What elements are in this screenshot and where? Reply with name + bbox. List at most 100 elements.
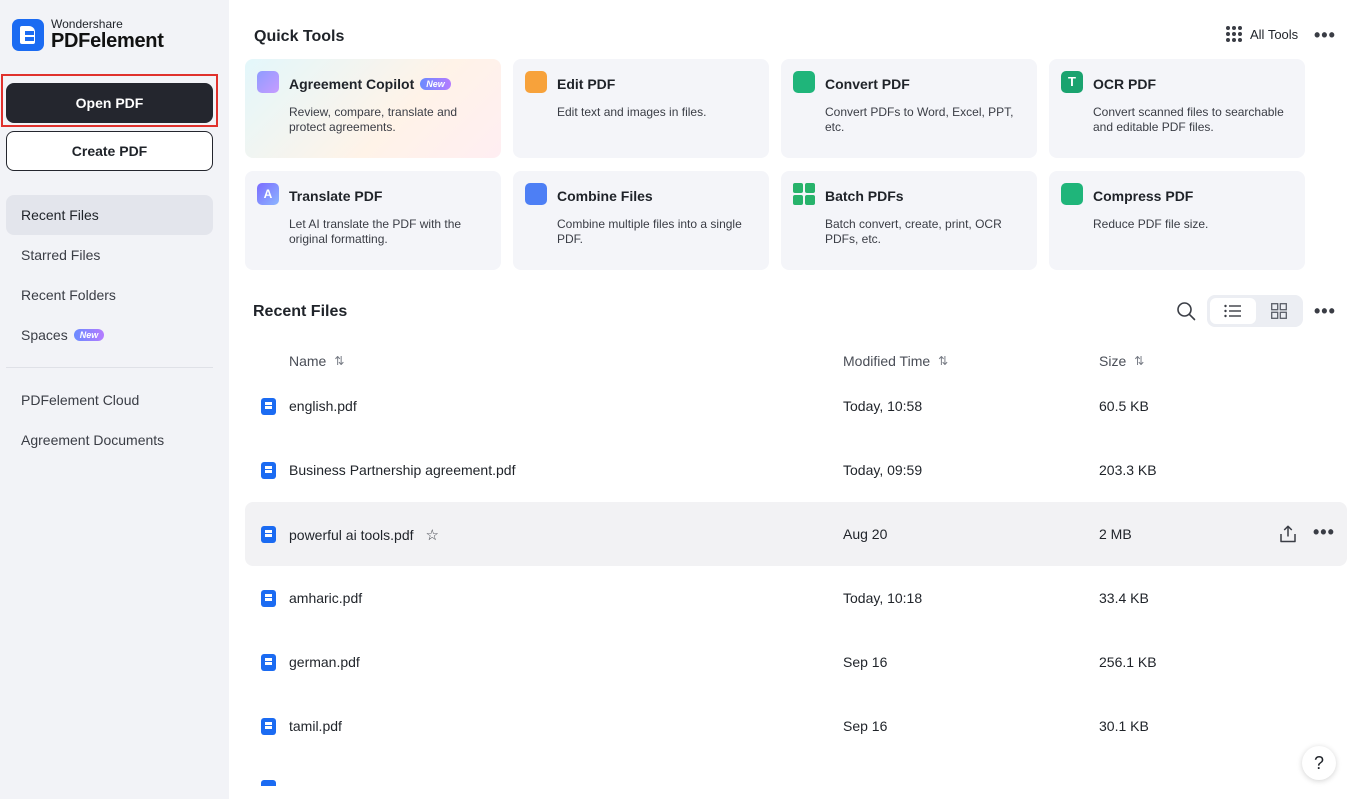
column-label: Name [289,353,327,369]
tool-name: Compress PDF [1093,188,1194,204]
grid-view-icon [1270,303,1287,319]
pdf-file-icon [261,526,276,543]
compress-pdf-icon [1061,183,1083,205]
new-badge: New [73,329,105,341]
tool-edit-pdf[interactable]: Edit PDF Edit text and images in files. [513,59,769,158]
convert-pdf-icon [793,71,815,93]
sidebar-item-starred-files[interactable]: Starred Files [6,235,213,275]
table-row[interactable]: amharic.pdf Today, 10:18 33.4 KB [245,566,1347,630]
view-toggle [1207,295,1303,327]
pdf-file-icon [261,462,276,479]
new-badge: New [420,78,451,90]
file-name: tamil.pdf [289,718,342,734]
sidebar-item-label: Recent Files [21,207,99,223]
list-view-button[interactable] [1210,298,1256,324]
tool-agreement-copilot[interactable]: Agreement Copilot New Review, compare, t… [245,59,501,158]
sidebar-item-label: Recent Folders [21,287,116,303]
batch-pdfs-icon [793,183,815,205]
grid-dots-icon [1226,26,1242,42]
file-name: english.pdf [289,398,357,414]
tool-convert-pdf[interactable]: Convert PDF Convert PDFs to Word, Excel,… [781,59,1037,158]
file-size: 33.4 KB [1099,590,1149,606]
sort-icon: ⇅ [334,354,345,368]
recent-files-title: Recent Files [253,303,348,320]
recent-more-options-icon[interactable]: ••• [1314,302,1336,320]
brand-name: PDFelement [51,30,164,52]
search-icon[interactable] [1176,301,1196,321]
file-modified: Today, 09:59 [843,462,923,478]
edit-pdf-icon [525,71,547,93]
tool-name: Convert PDF [825,76,910,92]
sidebar-item-spaces[interactable]: Spaces New [6,315,213,355]
tool-description: Combine multiple files into a single PDF… [557,217,742,246]
tool-compress-pdf[interactable]: Compress PDF Reduce PDF file size. [1049,171,1305,270]
table-row[interactable]: Business Partnership agreement.pdf Today… [245,438,1347,502]
pdfelement-logo-icon [12,18,44,51]
quick-tools-title: Quick Tools [254,28,345,45]
file-modified: Today, 10:18 [843,590,923,606]
sidebar-item-recent-folders[interactable]: Recent Folders [6,275,213,315]
row-more-options-icon[interactable]: ••• [1313,522,1335,543]
file-modified: Today, 10:58 [843,398,923,414]
open-pdf-button[interactable]: Open PDF [6,83,213,123]
table-row[interactable]: tamil.pdf Sep 16 30.1 KB [245,694,1347,758]
file-modified: Aug 20 [843,526,888,542]
app-logo[interactable]: Wondershare PDFelement [12,18,164,51]
tool-name: Agreement Copilot [289,76,415,92]
column-size-header[interactable]: Size ⇅ [1099,353,1144,369]
tool-batch-pdfs[interactable]: Batch PDFs Batch convert, create, print,… [781,171,1037,270]
file-name: amharic.pdf [289,590,363,606]
pdf-file-icon [261,398,276,415]
star-icon[interactable]: ☆ [426,526,439,544]
ocr-pdf-icon: T [1061,71,1083,93]
sort-icon: ⇅ [1134,354,1145,368]
create-pdf-button[interactable]: Create PDF [6,131,213,171]
sidebar-item-agreement-documents[interactable]: Agreement Documents [6,420,213,460]
file-name: german.pdf [289,654,360,670]
file-size: 256.1 KB [1099,654,1157,670]
column-name-header[interactable]: Name ⇅ [289,353,344,369]
file-size: 30.1 KB [1099,718,1149,734]
tool-description: Edit text and images in files. [557,105,707,119]
pdf-file-icon [261,780,276,786]
sidebar-item-label: Spaces [21,327,68,343]
tool-description: Review, compare, translate and protect a… [289,105,458,134]
table-row[interactable]: powerful ai tools.pdf ☆ Aug 20 2 MB ••• [245,502,1347,566]
sidebar-divider [6,367,213,368]
list-view-icon [1224,304,1241,318]
sidebar-item-pdfelement-cloud[interactable]: PDFelement Cloud [6,380,213,420]
tool-description: Reduce PDF file size. [1093,217,1209,231]
help-button[interactable]: ? [1302,746,1336,780]
file-size: 203.3 KB [1099,462,1157,478]
tool-name: Combine Files [557,188,653,204]
translate-pdf-icon: A [257,183,279,205]
sidebar-item-recent-files[interactable]: Recent Files [6,195,213,235]
pdf-file-icon [261,718,276,735]
file-name: powerful ai tools.pdf [289,527,414,543]
tool-combine-files[interactable]: Combine Files Combine multiple files int… [513,171,769,270]
tool-name: Batch PDFs [825,188,904,204]
file-modified: Sep 16 [843,654,888,670]
sidebar: Wondershare PDFelement Open PDF Create P… [0,0,229,799]
table-row[interactable]: german.pdf Sep 16 256.1 KB [245,630,1347,694]
file-size: 2 MB [1099,526,1132,542]
all-tools-button[interactable]: All Tools [1226,26,1298,42]
all-tools-label: All Tools [1250,26,1299,42]
file-size: 60.5 KB [1099,398,1149,414]
tool-name: Edit PDF [557,76,616,92]
tool-ocr-pdf[interactable]: T OCR PDF Convert scanned files to searc… [1049,59,1305,158]
sort-icon: ⇅ [938,354,949,368]
tool-translate-pdf[interactable]: A Translate PDF Let AI translate the PDF… [245,171,501,270]
combine-files-icon [525,183,547,205]
tool-name: OCR PDF [1093,76,1156,92]
column-modified-header[interactable]: Modified Time ⇅ [843,353,948,369]
tool-description: Convert scanned files to searchable and … [1093,105,1284,134]
grid-view-button[interactable] [1257,298,1300,324]
sidebar-item-label: PDFelement Cloud [21,392,140,408]
more-options-icon[interactable]: ••• [1314,26,1336,44]
pdf-file-icon [261,654,276,671]
share-icon[interactable] [1278,524,1298,544]
tool-description: Let AI translate the PDF with the origin… [289,217,462,246]
column-label: Size [1099,353,1127,369]
table-row[interactable]: english.pdf Today, 10:58 60.5 KB [245,374,1347,438]
